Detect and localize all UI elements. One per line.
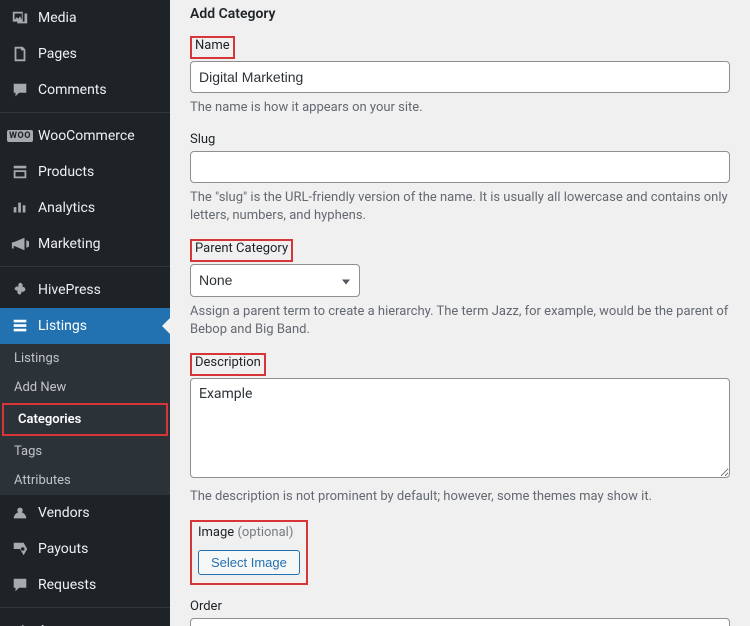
products-icon — [10, 162, 30, 182]
sidebar-item-label: Pages — [38, 46, 77, 62]
hivepress-icon — [10, 280, 30, 300]
parent-help: Assign a parent term to create a hierarc… — [190, 303, 730, 339]
field-order: Order — [190, 599, 730, 626]
sidebar-item-requests[interactable]: Requests — [0, 567, 170, 603]
field-slug: Slug The "slug" is the URL-friendly vers… — [190, 132, 730, 226]
sidebar-item-media[interactable]: Media — [0, 0, 170, 36]
field-name: Name The name is how it appears on your … — [190, 36, 730, 118]
image-optional: (optional) — [237, 525, 293, 540]
menu-separator — [0, 262, 170, 267]
sidebar-item-hivepress[interactable]: HivePress — [0, 272, 170, 308]
sidebar-item-appearance[interactable]: Appearance — [0, 613, 170, 626]
sidebar-item-label: WooCommerce — [38, 128, 135, 144]
sidebar-item-label: Payouts — [38, 541, 88, 557]
sidebar-item-label: Media — [38, 10, 77, 26]
appearance-icon — [10, 621, 30, 626]
highlight-parent: Parent Category — [190, 239, 293, 262]
highlight-name: Name — [190, 36, 235, 59]
description-help: The description is not prominent by defa… — [190, 488, 730, 506]
sidebar-item-analytics[interactable]: Analytics — [0, 190, 170, 226]
sidebar-item-marketing[interactable]: Marketing — [0, 226, 170, 262]
sidebar-item-label: Listings — [38, 318, 87, 334]
highlight-description: Description — [190, 353, 266, 376]
listings-submenu: Listings Add New Categories Tags Attribu… — [0, 344, 170, 495]
sidebar-item-label: Marketing — [38, 236, 101, 252]
menu-separator — [0, 108, 170, 113]
analytics-icon — [10, 198, 30, 218]
submenu-item-listings[interactable]: Listings — [0, 344, 170, 373]
image-label: Image — [198, 525, 234, 540]
submenu-item-tags[interactable]: Tags — [0, 437, 170, 466]
field-description: Description The description is not promi… — [190, 353, 730, 506]
listings-icon — [10, 316, 30, 336]
menu-separator — [0, 603, 170, 608]
woocommerce-icon: WOO — [10, 126, 30, 146]
sidebar-item-payouts[interactable]: Payouts — [0, 531, 170, 567]
description-textarea[interactable] — [190, 378, 730, 478]
comments-icon — [10, 80, 30, 100]
sidebar-item-products[interactable]: Products — [0, 154, 170, 190]
slug-help: The "slug" is the URL-friendly version o… — [190, 189, 730, 225]
submenu-item-attributes[interactable]: Attributes — [0, 466, 170, 495]
description-label: Description — [195, 355, 261, 370]
sidebar-item-woocommerce[interactable]: WOO WooCommerce — [0, 118, 170, 154]
order-label: Order — [190, 599, 222, 614]
name-input[interactable] — [190, 61, 730, 93]
sidebar-item-label: Requests — [38, 577, 96, 593]
page-title: Add Category — [190, 6, 730, 22]
submenu-item-add-new[interactable]: Add New — [0, 373, 170, 402]
vendors-icon — [10, 503, 30, 523]
name-label: Name — [195, 38, 230, 53]
name-help: The name is how it appears on your site. — [190, 99, 730, 117]
sidebar-item-comments[interactable]: Comments — [0, 72, 170, 108]
media-icon — [10, 8, 30, 28]
field-image: Image (optional) Select Image — [190, 520, 730, 585]
main-content: Add Category Name The name is how it app… — [170, 0, 750, 626]
submenu-item-categories[interactable]: Categories — [4, 405, 166, 434]
order-input[interactable] — [190, 618, 730, 626]
sidebar-item-vendors[interactable]: Vendors — [0, 495, 170, 531]
slug-input[interactable] — [190, 151, 730, 183]
sidebar-item-label: Comments — [38, 82, 107, 98]
parent-label: Parent Category — [195, 241, 288, 256]
slug-label: Slug — [190, 132, 215, 147]
field-parent-category: Parent Category None Assign a parent ter… — [190, 239, 730, 339]
select-image-button[interactable]: Select Image — [198, 550, 300, 575]
highlight-image: Image (optional) Select Image — [190, 520, 308, 585]
admin-sidebar: Media Pages Comments WOO WooCommerce Pro… — [0, 0, 170, 626]
sidebar-item-label: HivePress — [38, 282, 101, 298]
sidebar-item-pages[interactable]: Pages — [0, 36, 170, 72]
pages-icon — [10, 44, 30, 64]
sidebar-item-label: Vendors — [38, 505, 90, 521]
sidebar-item-label: Analytics — [38, 200, 95, 216]
payouts-icon — [10, 539, 30, 559]
marketing-icon — [10, 234, 30, 254]
parent-select[interactable]: None — [190, 264, 360, 296]
requests-icon — [10, 575, 30, 595]
highlight-categories: Categories — [2, 403, 168, 436]
sidebar-item-label: Products — [38, 164, 94, 180]
sidebar-item-listings[interactable]: Listings — [0, 308, 170, 344]
